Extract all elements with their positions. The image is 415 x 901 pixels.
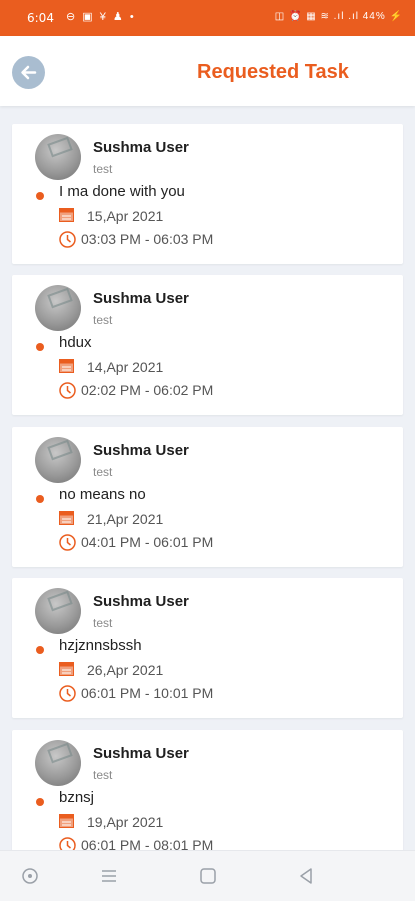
avatar [35,588,81,634]
home-square-icon[interactable] [198,866,218,886]
clock-icon [59,837,76,850]
task-time: 03:03 PM - 06:03 PM [81,231,214,247]
avatar [35,740,81,786]
task-title: hdux [59,334,92,351]
status-bar: 6:04 ⊖ ▣ ¥ ♟ • ◫ ⏰ ▦ ≋ .ıl .ıl 44% ⚡ [0,0,415,36]
avatar [35,134,81,180]
calendar-icon [59,359,74,373]
status-time: 6:04 [27,11,54,25]
back-triangle-icon[interactable] [296,866,316,886]
task-time: 04:01 PM - 06:01 PM [81,534,214,550]
clock-icon [59,685,76,702]
calendar-icon [59,662,74,676]
user-name: Sushma User [93,290,189,307]
task-card[interactable]: Sushma User test I ma done with you 15,A… [12,124,403,264]
back-button[interactable] [12,56,45,89]
task-time: 06:01 PM - 10:01 PM [81,685,214,701]
task-date: 21,Apr 2021 [87,511,164,527]
task-card[interactable]: Sushma User test bznsj 19,Apr 2021 06:01… [12,730,403,850]
clock-icon [59,231,76,248]
calendar-icon [59,511,74,525]
user-name: Sushma User [93,593,189,610]
status-dot [36,798,44,806]
status-dot [36,495,44,503]
user-subtitle: test [93,768,113,782]
task-card[interactable]: Sushma User test hzjznnsbssh 26,Apr 2021… [12,578,403,718]
notification-icons: ⊖ ▣ ¥ ♟ • [66,11,136,23]
assistant-icon[interactable] [20,866,40,886]
user-subtitle: test [93,616,113,630]
task-card[interactable]: Sushma User test no means no 21,Apr 2021… [12,427,403,567]
status-dot [36,192,44,200]
calendar-icon [59,814,74,828]
clock-icon [59,534,76,551]
task-card[interactable]: Sushma User test hdux 14,Apr 2021 02:02 … [12,275,403,415]
app-bar: Requested Task [0,36,415,106]
user-subtitle: test [93,465,113,479]
user-name: Sushma User [93,442,189,459]
task-title: hzjznnsbssh [59,637,142,654]
task-title: bznsj [59,789,95,806]
calendar-icon [59,208,74,222]
system-icons: ◫ ⏰ ▦ ≋ .ıl .ıl 44% ⚡ [274,11,403,22]
page-title: Requested Task [197,61,349,83]
avatar [35,437,81,483]
user-name: Sushma User [93,745,189,762]
clock-icon [59,382,76,399]
task-date: 15,Apr 2021 [87,208,164,224]
user-subtitle: test [93,313,113,327]
system-nav-bar [0,850,415,901]
task-title: I ma done with you [59,183,185,200]
user-subtitle: test [93,162,113,176]
task-time: 06:01 PM - 08:01 PM [81,837,214,850]
arrow-left-icon [21,65,37,80]
task-date: 26,Apr 2021 [87,662,164,678]
task-title: no means no [59,486,146,503]
user-name: Sushma User [93,139,189,156]
status-dot [36,646,44,654]
avatar [35,285,81,331]
task-list[interactable]: Sushma User test I ma done with you 15,A… [0,106,415,850]
task-time: 02:02 PM - 06:02 PM [81,382,214,398]
task-date: 14,Apr 2021 [87,359,164,375]
status-dot [36,343,44,351]
menu-icon[interactable] [99,866,119,886]
task-date: 19,Apr 2021 [87,814,164,830]
